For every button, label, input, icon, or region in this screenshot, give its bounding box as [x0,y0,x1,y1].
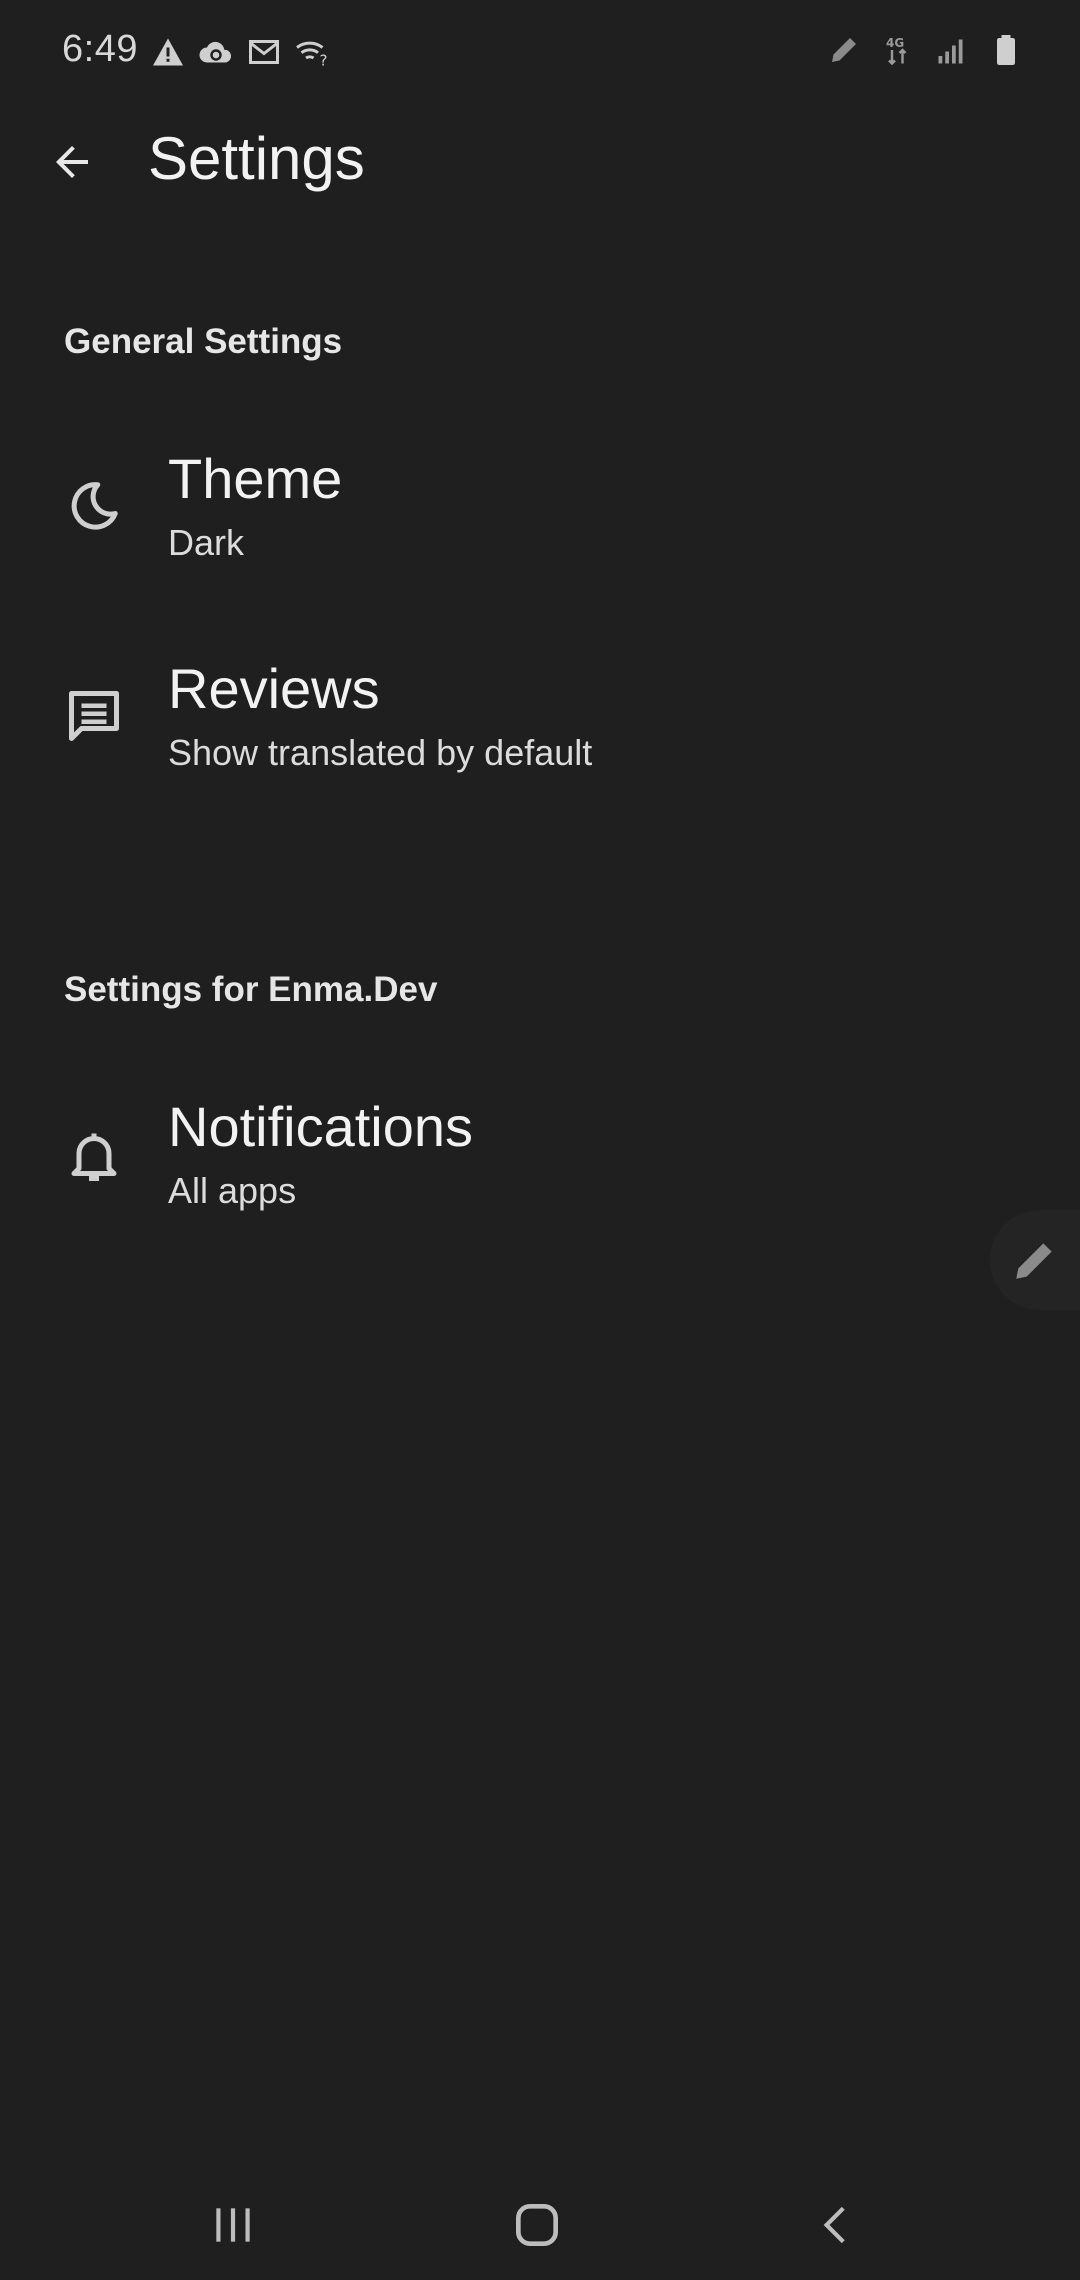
app-bar: Settings [0,110,1080,210]
svg-text:4G: 4G [886,36,904,50]
back-button[interactable] [40,130,104,194]
bell-icon [71,1133,117,1181]
navigation-bar [0,2160,1080,2280]
pref-row-theme[interactable]: Theme Dark [0,412,1080,602]
pref-summary-theme: Dark [168,522,245,563]
floating-edit-button[interactable] [990,1210,1080,1310]
pen-icon [832,38,856,62]
pencil-icon [1016,1243,1052,1279]
pref-title-reviews: Reviews [168,657,380,720]
recent-apps-icon [216,2208,250,2242]
moon-icon [71,482,118,530]
home-icon [516,2204,558,2246]
page-title: Settings [148,125,365,192]
pref-summary-reviews: Show translated by default [168,732,593,773]
pref-title-notifications: Notifications [168,1095,474,1158]
recent-apps-button[interactable] [198,2190,268,2260]
status-bar: 6:49 ? 4G [0,0,1080,100]
pref-summary-notifications: All apps [168,1170,297,1211]
pref-row-reviews[interactable]: Reviews Show translated by default [0,622,1080,812]
signal-icon [938,39,963,64]
arrow-left-icon [56,146,88,178]
status-right-icons: 4G [826,32,1024,68]
status-left-icons: ? [150,34,330,70]
4g-lte-icon: 4G [886,36,907,66]
section-header-general: General Settings [64,322,343,361]
gmail-icon [249,40,279,64]
system-back-button[interactable] [802,2190,872,2260]
message-icon [69,691,119,741]
home-button[interactable] [502,2190,572,2260]
alert-icon [153,38,183,66]
pref-title-theme: Theme [168,447,343,510]
back-icon [823,2206,845,2244]
pref-row-notifications[interactable]: Notifications All apps [0,1060,1080,1250]
wifi-question-icon: ? [296,41,328,70]
cloud-sync-icon [199,41,232,63]
status-time: 6:49 [62,28,138,70]
battery-icon [997,35,1015,65]
svg-text:?: ? [320,52,328,70]
section-header-app: Settings for Enma.Dev [64,970,438,1009]
